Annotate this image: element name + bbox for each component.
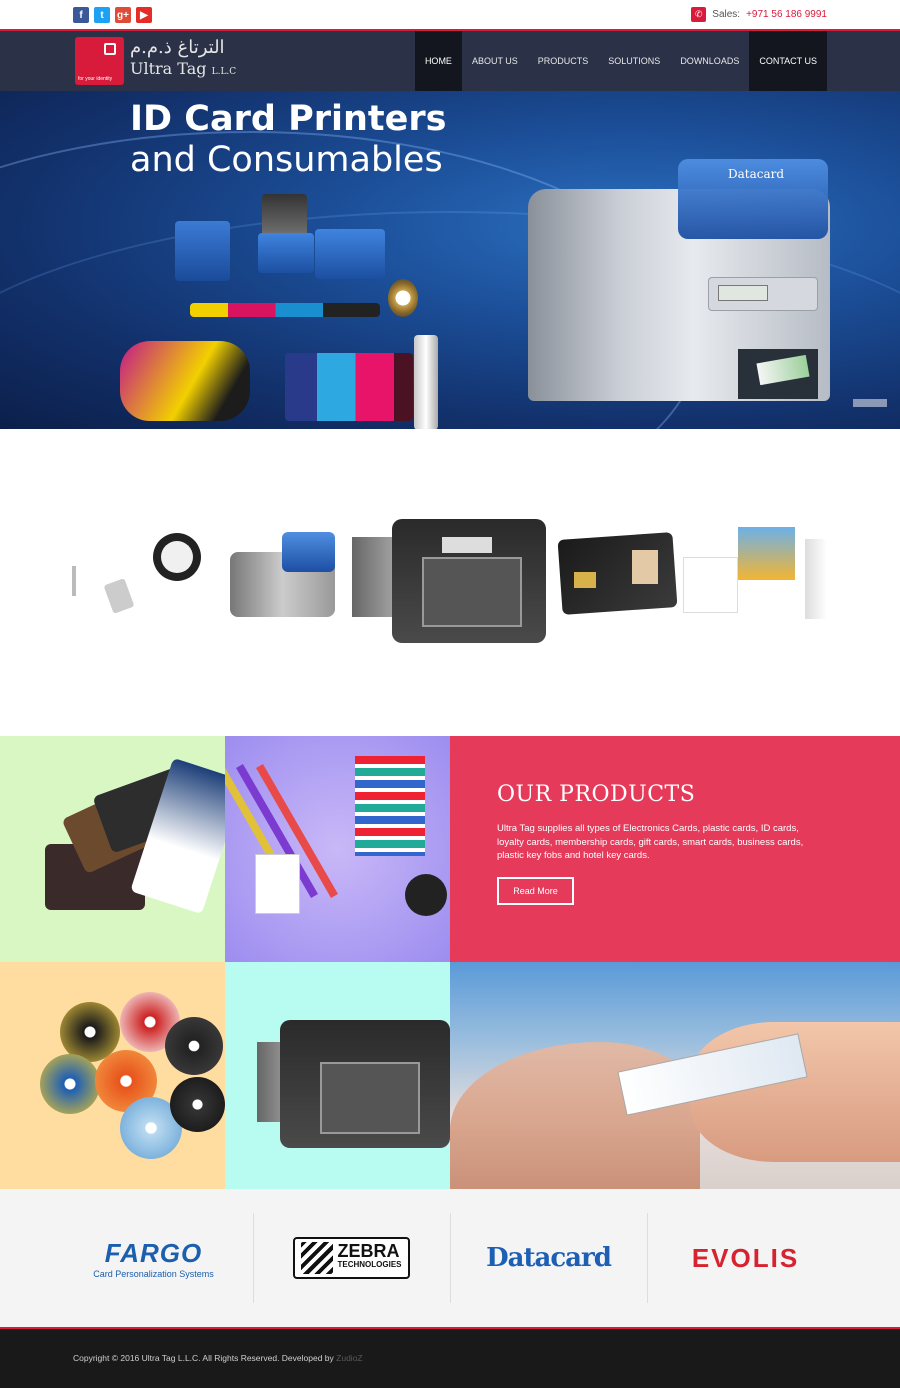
promo-heading: OUR PRODUCTS bbox=[497, 782, 696, 807]
ribbon-strip bbox=[285, 353, 413, 421]
ribbon-strip bbox=[190, 303, 380, 317]
zebra-logo: ZEBRA TECHNOLOGIES bbox=[293, 1237, 410, 1279]
nav-solutions[interactable]: SOLUTIONS bbox=[598, 31, 670, 91]
sales-label: Sales: bbox=[712, 9, 741, 20]
fargo-subtitle: Card Personalization Systems bbox=[93, 1268, 214, 1279]
main-nav: HOME ABOUT US PRODUCTS SOLUTIONS DOWNLOA… bbox=[414, 31, 827, 91]
hero-title: ID Card Printers and Consumables bbox=[130, 99, 446, 181]
logo-english: Ultra Tag L.L.C bbox=[130, 59, 236, 82]
zebra-text: ZEBRA TECHNOLOGIES bbox=[337, 1241, 402, 1271]
phone-icon: ✆ bbox=[691, 7, 707, 22]
brand-datacard[interactable]: Datacard bbox=[450, 1213, 647, 1303]
badge-reel bbox=[405, 874, 447, 916]
read-more-button[interactable]: Read More bbox=[497, 877, 574, 905]
printer-top bbox=[282, 532, 335, 572]
tile-cd-dvd[interactable] bbox=[0, 962, 225, 1189]
carousel-item-sd360-printer[interactable] bbox=[230, 532, 335, 617]
nav-about-us[interactable]: ABOUT US bbox=[462, 31, 528, 91]
our-products-panel: OUR PRODUCTS Ultra Tag supplies all type… bbox=[450, 736, 900, 962]
card-university bbox=[738, 527, 795, 615]
developer-link[interactable]: ZudioZ bbox=[336, 1353, 362, 1363]
brand-evolis[interactable]: EVOLIS bbox=[647, 1213, 844, 1303]
site-header: for your identity الترتاغ ذ.م.م Ultra Ta… bbox=[0, 31, 900, 91]
fargo-logo: FARGO Card Personalization Systems bbox=[93, 1238, 214, 1279]
ribbon-cassette bbox=[120, 341, 250, 421]
ribbon-spool bbox=[414, 335, 438, 429]
ribbon-box bbox=[258, 233, 314, 273]
hero-title-line1: ID Card Printers bbox=[130, 99, 447, 139]
disc bbox=[40, 1054, 100, 1114]
carousel-item-card-stack[interactable] bbox=[683, 527, 795, 619]
printer-brand: Datacard bbox=[728, 167, 785, 181]
logo-text: الترتاغ ذ.م.م Ultra Tag L.L.C bbox=[130, 37, 236, 82]
nav-products[interactable]: PRODUCTS bbox=[528, 31, 599, 91]
sales-number[interactable]: +971 56 186 9991 bbox=[746, 9, 827, 20]
ribbon-box bbox=[315, 229, 385, 279]
datacard-printer-image: Datacard bbox=[528, 159, 830, 401]
printer-front bbox=[320, 1062, 420, 1134]
nav-downloads[interactable]: DOWNLOADS bbox=[670, 31, 749, 91]
brand-fargo[interactable]: FARGO Card Personalization Systems bbox=[55, 1213, 252, 1303]
hero-slider: ID Card Printers and Consumables Datacar… bbox=[0, 91, 900, 429]
printer-screen bbox=[718, 285, 768, 301]
tile-plastic-cards[interactable] bbox=[0, 736, 225, 962]
disc bbox=[165, 1017, 223, 1075]
nav-contact-us[interactable]: CONTACT US bbox=[749, 31, 827, 91]
card-chip bbox=[574, 572, 596, 588]
ribbon-roll bbox=[388, 279, 418, 317]
badge-clip bbox=[103, 578, 135, 614]
datacard-logo: Datacard bbox=[486, 1243, 612, 1273]
slider-indicator[interactable] bbox=[853, 399, 887, 407]
printer-panel bbox=[442, 537, 492, 553]
zebra-subtitle: TECHNOLOGIES bbox=[337, 1260, 402, 1269]
product-carousel bbox=[0, 429, 900, 736]
logo-tagline: for your identity bbox=[78, 76, 113, 82]
carousel-item-edge[interactable] bbox=[72, 566, 76, 596]
tile-card-in-hand[interactable] bbox=[450, 962, 900, 1189]
logo-suffix: L.L.C bbox=[211, 67, 237, 77]
nav-home[interactable]: HOME bbox=[414, 31, 462, 91]
card-white bbox=[683, 557, 738, 613]
carousel-item-fargo-printer[interactable] bbox=[352, 517, 546, 645]
google-plus-icon[interactable]: g+ bbox=[115, 7, 131, 23]
tile-accessories[interactable] bbox=[225, 736, 450, 962]
disc bbox=[170, 1077, 225, 1132]
evolis-logo: EVOLIS bbox=[691, 1242, 800, 1273]
hero-title-line2: and Consumables bbox=[130, 140, 443, 180]
blank-cards bbox=[255, 854, 300, 914]
facebook-icon[interactable]: f bbox=[73, 7, 89, 23]
zebra-name: ZEBRA bbox=[337, 1241, 400, 1261]
logo-symbol-icon bbox=[104, 43, 116, 55]
social-links: f t g+ ▶ bbox=[73, 7, 152, 23]
copyright: Copyright © 2016 Ultra Tag L.L.C. All Ri… bbox=[73, 1353, 334, 1363]
logo-name: Ultra Tag bbox=[130, 59, 207, 78]
top-bar: f t g+ ▶ ✆ Sales: +971 56 186 9991 bbox=[0, 0, 900, 31]
logo-mark: for your identity bbox=[75, 37, 124, 85]
printer-front bbox=[422, 557, 522, 627]
carousel-item-id-card[interactable] bbox=[557, 532, 678, 615]
logo-arabic: الترتاغ ذ.م.م bbox=[130, 37, 225, 58]
carousel-item-badge-reel[interactable] bbox=[103, 529, 203, 619]
fargo-name: FARGO bbox=[104, 1237, 203, 1268]
sales-contact: ✆ Sales: +971 56 186 9991 bbox=[691, 7, 827, 22]
tile-card-printer[interactable] bbox=[225, 962, 450, 1189]
card-photo bbox=[632, 550, 658, 584]
badge-reel-face bbox=[161, 541, 193, 573]
zebra-icon bbox=[301, 1242, 334, 1274]
site-footer: Copyright © 2016 Ultra Tag L.L.C. All Ri… bbox=[0, 1327, 900, 1388]
card-holders bbox=[355, 756, 425, 856]
brand-zebra[interactable]: ZEBRA TECHNOLOGIES bbox=[253, 1213, 450, 1303]
twitter-icon[interactable]: t bbox=[94, 7, 110, 23]
brand-partners: FARGO Card Personalization Systems ZEBRA… bbox=[0, 1189, 900, 1327]
youtube-icon[interactable]: ▶ bbox=[136, 7, 152, 23]
logo[interactable]: for your identity الترتاغ ذ.م.م Ultra Ta… bbox=[75, 37, 236, 85]
copyright-text: Copyright © 2016 Ultra Tag L.L.C. All Ri… bbox=[73, 1353, 363, 1363]
promo-text: Ultra Tag supplies all types of Electron… bbox=[497, 823, 804, 861]
ribbon-box bbox=[175, 221, 230, 281]
carousel-item-edge[interactable] bbox=[805, 539, 827, 619]
